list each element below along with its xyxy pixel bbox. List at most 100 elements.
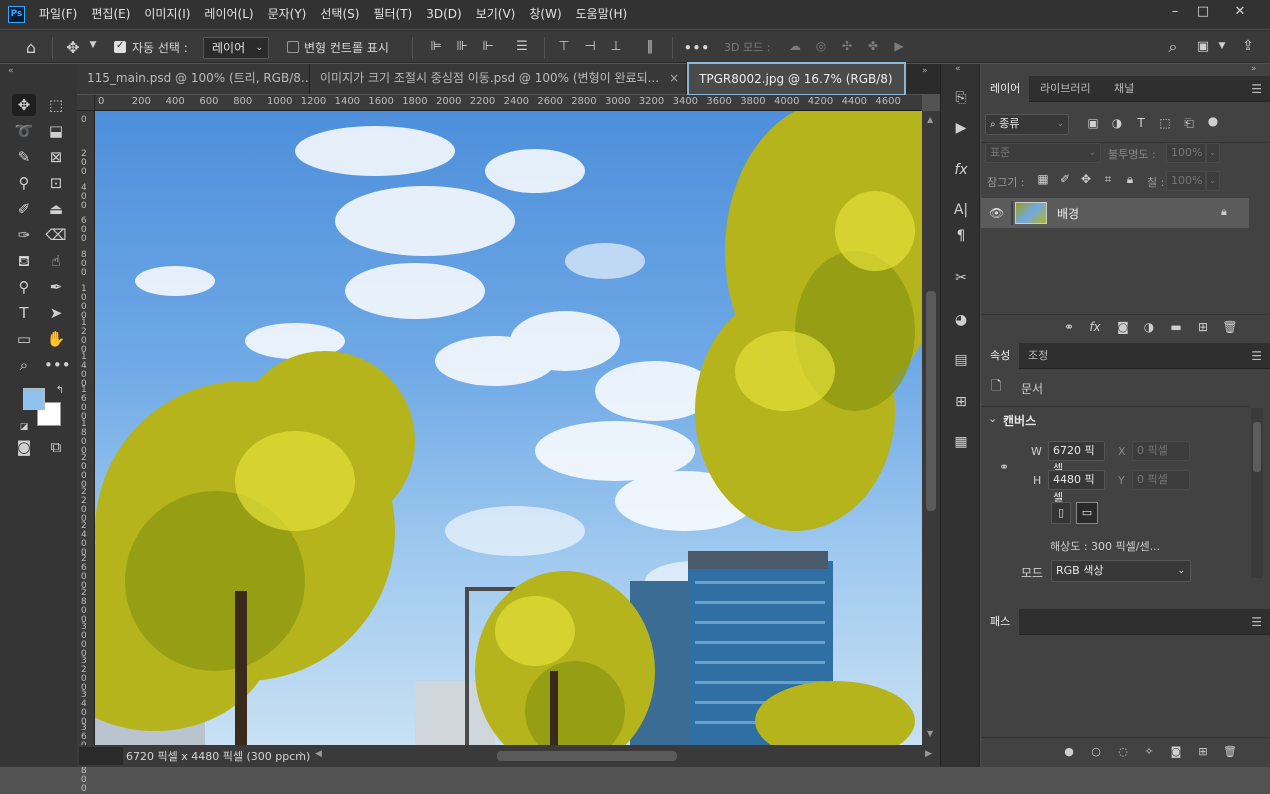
group-folder-icon[interactable]: ▬ bbox=[1168, 320, 1184, 334]
lock-position-icon[interactable]: ✥ bbox=[1078, 172, 1094, 186]
menu-item[interactable]: 파일(F) bbox=[32, 0, 84, 29]
eyedropper-tool-icon[interactable]: ⚲ bbox=[12, 172, 36, 194]
align-middle-icon[interactable]: ⊣ bbox=[582, 39, 598, 54]
delete-layer-icon[interactable]: 🗑︎ bbox=[1222, 320, 1238, 334]
width-field[interactable]: 6720 픽셀 bbox=[1048, 441, 1105, 475]
ruler-origin[interactable] bbox=[77, 95, 95, 111]
vertical-scrollbar[interactable]: ▲ ▼ bbox=[922, 111, 940, 745]
hand-tool-icon[interactable]: ✋ bbox=[44, 328, 68, 350]
quick-select-tool-icon[interactable]: ✎ bbox=[12, 146, 36, 168]
expand-icon[interactable]: » bbox=[922, 66, 928, 76]
tab-paths[interactable]: 패스 bbox=[981, 609, 1020, 635]
gradients-icon[interactable]: ▤ bbox=[951, 350, 971, 370]
auto-select-target-dropdown[interactable]: 레이어 ⌄ bbox=[203, 37, 269, 59]
grid-icon[interactable]: ▦ bbox=[951, 432, 971, 452]
color-mode-dropdown[interactable]: RGB 색상 ⌄ bbox=[1051, 560, 1191, 582]
new-layer-icon[interactable]: ⊞ bbox=[1195, 320, 1211, 334]
menu-item[interactable]: 편집(E) bbox=[84, 0, 137, 29]
menu-item[interactable]: 보기(V) bbox=[469, 0, 523, 29]
pen-tool-icon[interactable]: ✒ bbox=[44, 276, 68, 298]
status-menu-arrow[interactable]: › bbox=[299, 747, 304, 761]
align-right-icon[interactable]: ⊩ bbox=[480, 39, 496, 54]
swap-colors-icon[interactable]: ↰ bbox=[54, 380, 66, 402]
opacity-dropdown-icon[interactable]: ⌄ bbox=[1206, 143, 1220, 163]
lock-pixels-icon[interactable]: ✐ bbox=[1057, 172, 1073, 186]
lasso-tool-icon[interactable]: ➰ bbox=[12, 120, 36, 142]
tab-layers[interactable]: 레이어 bbox=[981, 76, 1030, 102]
lock-all-icon[interactable]: 🔒︎ bbox=[1122, 172, 1138, 187]
tab-libraries[interactable]: 라이브러리 bbox=[1031, 76, 1100, 102]
fill-dropdown-icon[interactable]: ⌄ bbox=[1206, 171, 1220, 191]
tab-channels[interactable]: 채널 bbox=[1105, 76, 1143, 102]
portrait-orientation-icon[interactable]: ▯ bbox=[1051, 502, 1071, 524]
scroll-thumb[interactable] bbox=[1253, 422, 1261, 472]
layer-filter-dropdown[interactable]: ⌕ 종류 ⌄ bbox=[985, 114, 1069, 135]
filter-image-icon[interactable]: ▣ bbox=[1085, 116, 1101, 130]
paragraph-icon[interactable]: ¶ bbox=[951, 226, 971, 246]
lock-artboard-icon[interactable]: ⌗ bbox=[1100, 172, 1116, 187]
add-mask-icon[interactable]: ◙ bbox=[1168, 745, 1184, 758]
panel-menu-icon[interactable]: ☰ bbox=[1251, 82, 1262, 96]
brush-tool-icon[interactable]: ✐ bbox=[12, 198, 36, 220]
menu-item[interactable]: 이미지(I) bbox=[137, 0, 197, 29]
distribute-icon[interactable]: ☰ bbox=[514, 39, 530, 54]
panel-menu-icon[interactable]: ☰ bbox=[1251, 349, 1262, 363]
scroll-thumb[interactable] bbox=[926, 291, 936, 511]
move-tool-icon[interactable]: ✥ bbox=[62, 38, 84, 57]
align-top-icon[interactable]: ⊤ bbox=[556, 39, 572, 54]
x-field[interactable]: 0 픽셀 bbox=[1132, 441, 1190, 461]
character-icon[interactable]: A| bbox=[951, 200, 971, 220]
tools-preset-icon[interactable]: ✂ bbox=[951, 268, 971, 288]
dodge-tool-icon[interactable]: ⚲ bbox=[12, 276, 36, 298]
tab-115-main[interactable]: 115_main.psd @ 100% (트리, RGB/8... bbox=[77, 64, 310, 94]
collapse-icon[interactable]: « bbox=[8, 66, 14, 76]
rectangle-tool-icon[interactable]: ▭ bbox=[12, 328, 36, 350]
zoom-tool-icon[interactable]: ⌕ bbox=[12, 354, 36, 376]
home-icon[interactable]: ⌂ bbox=[20, 38, 42, 58]
minimize-button[interactable]: – bbox=[1160, 2, 1190, 22]
tab-center-move[interactable]: 이미지가 크기 조절시 중심점 이동.psd @ 100% (변형이 완료되..… bbox=[310, 64, 687, 94]
menu-item[interactable]: 선택(S) bbox=[313, 0, 366, 29]
menu-item[interactable]: 필터(T) bbox=[366, 0, 419, 29]
link-layers-icon[interactable]: ⚭ bbox=[1061, 320, 1077, 334]
maximize-button[interactable]: □ bbox=[1188, 2, 1218, 22]
crop-tool-icon[interactable]: ⊠ bbox=[44, 146, 68, 168]
align-bottom-icon[interactable]: ⊥ bbox=[608, 39, 624, 54]
more-tools-icon[interactable]: ••• bbox=[44, 354, 71, 376]
fill-path-icon[interactable]: ● bbox=[1061, 745, 1077, 758]
frame-tool-icon[interactable]: ⊡ bbox=[44, 172, 68, 194]
chevron-down-icon[interactable]: ⌄ bbox=[988, 412, 997, 425]
smudge-tool-icon[interactable]: ☝ bbox=[44, 250, 68, 272]
link-dimensions-icon[interactable]: ⚭ bbox=[999, 460, 1009, 474]
menu-item[interactable]: 3D(D) bbox=[419, 0, 468, 29]
eraser-tool-icon[interactable]: ⌫ bbox=[44, 224, 68, 246]
scroll-right-icon[interactable]: ▶ bbox=[925, 749, 932, 759]
horizontal-scroll-thumb[interactable] bbox=[497, 751, 677, 761]
transform-controls-checkbox[interactable] bbox=[287, 41, 299, 53]
path-select-icon[interactable]: ➤ bbox=[44, 302, 68, 324]
share-icon[interactable]: ⇪ bbox=[1238, 38, 1258, 54]
object-select-tool-icon[interactable]: ⬓ bbox=[44, 120, 68, 142]
actions-play-icon[interactable]: ▶ bbox=[951, 118, 971, 138]
menu-item[interactable]: 문자(Y) bbox=[261, 0, 314, 29]
tab-properties[interactable]: 속성 bbox=[981, 343, 1020, 369]
layer-row-background[interactable]: 👁︎ 배경 🔒︎ bbox=[981, 198, 1249, 228]
swatches-palette-icon[interactable]: ◕ bbox=[951, 310, 971, 330]
collapse-icon[interactable]: « bbox=[955, 64, 961, 74]
path-to-selection-icon[interactable]: ◌ bbox=[1115, 745, 1131, 758]
add-mask-icon[interactable]: ◙ bbox=[1115, 320, 1131, 334]
workspace-icon[interactable]: ▣ bbox=[1193, 39, 1213, 54]
foreground-color-swatch[interactable] bbox=[23, 388, 45, 410]
scroll-up-icon[interactable]: ▲ bbox=[927, 115, 933, 124]
type-tool-icon[interactable]: T bbox=[12, 302, 36, 324]
adjust-sliders-icon[interactable]: ⊞ bbox=[951, 392, 971, 412]
layer-style-fx-icon[interactable]: fx bbox=[1087, 320, 1103, 334]
paint-bucket-icon[interactable]: ⛾ bbox=[12, 250, 36, 272]
document-canvas[interactable] bbox=[95, 111, 922, 745]
landscape-orientation-icon[interactable]: ▭ bbox=[1076, 502, 1098, 524]
menu-item[interactable]: 레이어(L) bbox=[197, 0, 260, 29]
adjustment-layer-icon[interactable]: ◑ bbox=[1141, 320, 1157, 334]
history-brush-icon[interactable]: ✑ bbox=[12, 224, 36, 246]
lock-transparent-icon[interactable]: ▦ bbox=[1035, 172, 1051, 186]
close-icon[interactable]: × bbox=[903, 72, 904, 86]
